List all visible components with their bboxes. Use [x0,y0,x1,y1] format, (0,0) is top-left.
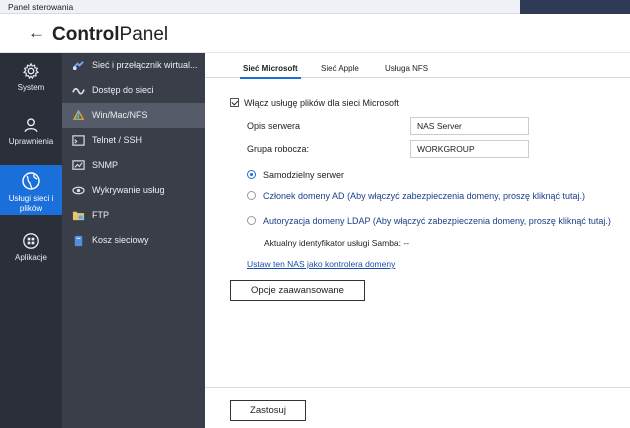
user-icon [24,118,38,133]
grid-icon [23,233,39,249]
os-icon [72,109,85,120]
server-description-input[interactable] [410,117,529,135]
subnav-item-telnet-ssh[interactable]: Telnet / SSH [62,128,205,153]
radio-standalone-server[interactable]: Samodzielny serwer [247,169,344,180]
arrow-left-icon[interactable]: ← [28,23,45,43]
tab-microsoft-network[interactable]: Sieć Microsoft [240,64,301,79]
checkbox-checked-icon[interactable] [230,98,239,107]
subnav-item-network-switch[interactable]: Sieć i przełącznik wirtual... [62,53,205,78]
rail-item-permissions[interactable]: Uprawnienia [0,113,62,153]
gear-icon [22,62,40,80]
app-header: ← ControlPanel [0,14,630,53]
subnav-item-service-discovery[interactable]: Wykrywanie usług [62,178,205,203]
subnav-item-win-mac-nfs[interactable]: Win/Mac/NFS [62,103,205,128]
radio-ldap-domain-auth[interactable]: Autoryzacja domeny LDAP (Aby włączyć zab… [247,215,611,226]
workgroup-label: Grupa robocza: [247,144,310,154]
app-title: ControlPanel [52,24,169,45]
rail-item-applications[interactable]: Aplikacje [0,229,62,269]
main-nav-rail: System Uprawnienia Usługi sieci i plików… [0,53,62,428]
footer-bar: Zastosuj [205,387,630,428]
rail-item-network-file-services[interactable]: Usługi sieci i plików [0,165,62,215]
subnav-item-network-access[interactable]: Dostęp do sieci [62,78,205,103]
rail-item-label: Aplikacje [14,253,47,262]
titlebar-accent [520,0,630,14]
rail-item-label: Uprawnienia [8,137,54,146]
rail-item-label: Usługi sieci i plików [8,194,54,213]
terminal-icon [72,135,85,146]
discovery-icon [72,186,85,195]
apply-button[interactable]: Zastosuj [230,400,306,421]
set-domain-controller-link[interactable]: Ustaw ten NAS jako kontrolera domeny [247,259,395,269]
ad-security-hint[interactable]: (Aby włączyć zabezpieczenia domeny, pros… [347,191,585,201]
network-icon [72,61,84,71]
tab-nfs-service[interactable]: Usługa NFS [385,64,428,73]
main-content: Sieć Microsoft Sieć Apple Usługa NFS Włą… [205,53,630,428]
enable-smb-label: Włącz usługę plików dla sieci Microsoft [244,98,400,108]
tab-apple-network[interactable]: Sieć Apple [321,64,359,73]
enable-smb-checkbox[interactable]: Włącz usługę plików dla sieci Microsoft [230,97,399,108]
subnav-item-network-recycle-bin[interactable]: Kosz sieciowy [62,228,205,253]
server-description-label: Opis serwera [247,121,301,131]
rail-item-system[interactable]: System [0,59,62,99]
window-title: Panel sterowania [8,2,74,12]
window-titlebar: Panel sterowania [0,0,630,14]
wave-icon [72,87,85,95]
rail-item-label: System [17,83,45,92]
snmp-icon [72,160,85,170]
globe-icon [22,172,40,190]
sub-nav: Sieć i przełącznik wirtual... Dostęp do … [62,53,205,428]
advanced-options-button[interactable]: Opcje zaawansowane [230,280,365,301]
radio-ad-domain-member[interactable]: Członek domeny AD (Aby włączyć zabezpiec… [247,190,585,201]
subnav-item-snmp[interactable]: SNMP [62,153,205,178]
ftp-icon [72,211,85,221]
trash-icon [74,235,83,247]
ldap-security-hint[interactable]: (Aby włączyć zabezpieczenia domeny, pros… [373,216,611,226]
radio-empty-icon[interactable] [247,191,256,200]
tab-bar: Sieć Microsoft Sieć Apple Usługa NFS [205,53,630,79]
radio-selected-icon[interactable] [247,170,256,179]
samba-identifier: Aktualny identyfikator usługi Samba: -- [264,238,410,248]
radio-empty-icon[interactable] [247,216,256,225]
workgroup-input[interactable] [410,140,529,158]
subnav-item-ftp[interactable]: FTP [62,203,205,228]
